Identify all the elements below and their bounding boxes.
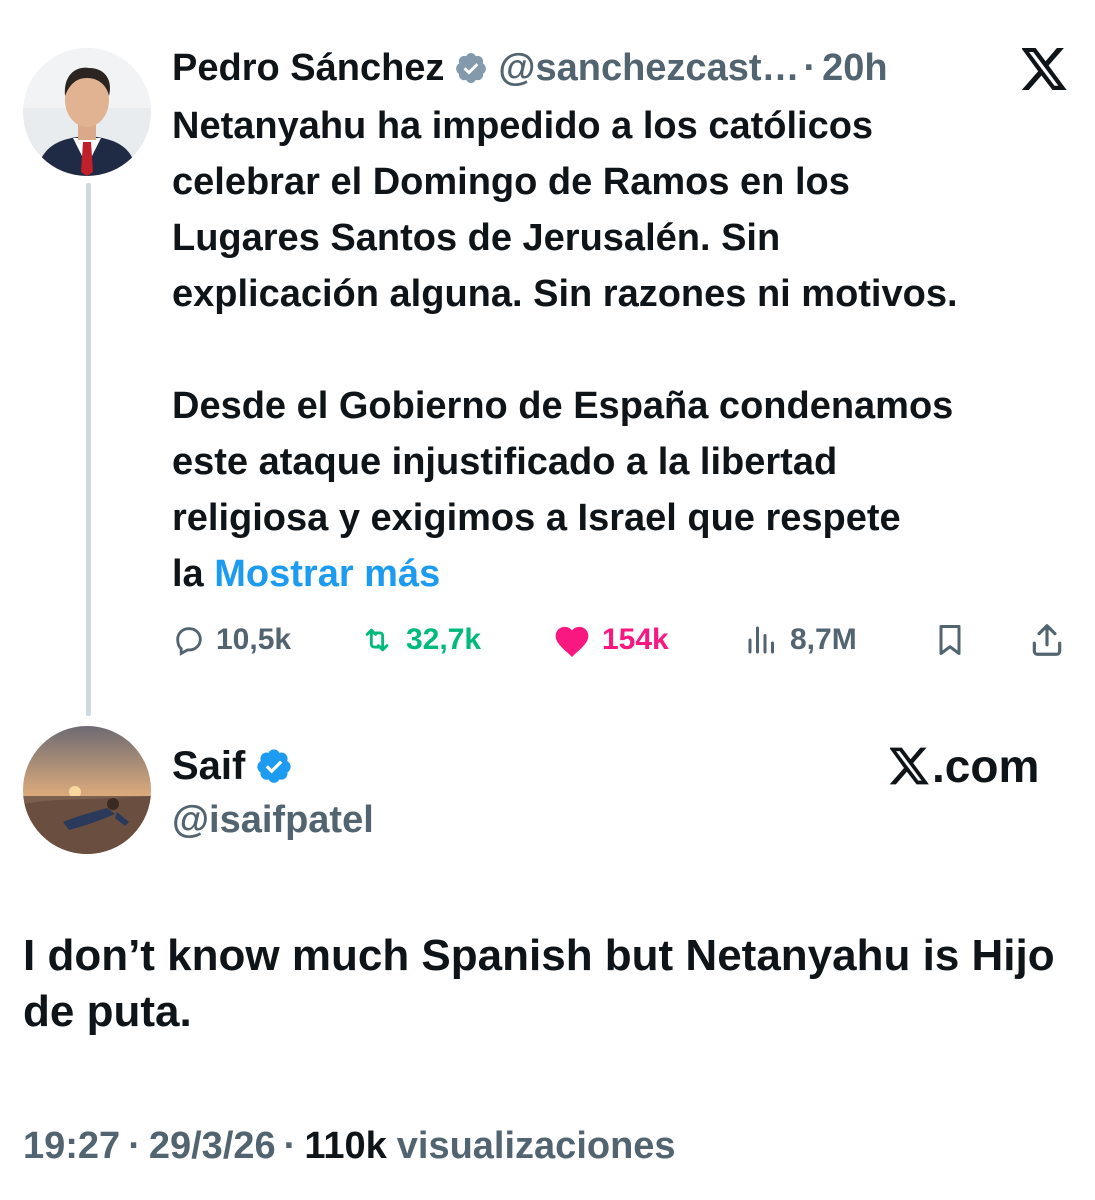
meta-separator: · <box>283 1124 297 1167</box>
reply-count: 10,5k <box>216 623 292 656</box>
reply-date[interactable]: 29/3/26 <box>149 1125 276 1168</box>
reply-author-handle[interactable]: @isaifpatel <box>172 794 374 846</box>
text-line: celebrar el Domingo de Ramos en los <box>172 161 850 203</box>
saif-avatar[interactable] <box>23 726 151 854</box>
repost-icon <box>358 623 396 657</box>
reply-post-text: I don’t know much Spanish but Netanyahu … <box>23 931 1055 1036</box>
share-button[interactable] <box>1028 612 1066 668</box>
views-count: 8,7M <box>790 623 857 656</box>
reply-author-name-row: Saif <box>172 738 293 794</box>
thread-connector-line <box>86 183 91 716</box>
reply-views-count: 110k <box>304 1124 387 1167</box>
meta-separator: · <box>128 1124 141 1167</box>
watermark-domain: .com <box>932 740 1040 792</box>
header-separator: · <box>803 46 817 89</box>
original-post-text: Netanyahu ha impedido a los católicos ce… <box>172 98 1082 602</box>
text-line: Desde el Gobierno de España condenamos <box>172 385 954 427</box>
reply-author-name[interactable]: Saif <box>172 744 245 789</box>
verified-badge-icon <box>454 51 488 85</box>
text-line: Netanyahu ha impedido a los católicos <box>172 105 874 147</box>
bookmark-icon <box>932 621 968 659</box>
text-line-prefix: la <box>172 553 215 595</box>
like-button[interactable]: 154k <box>552 612 669 668</box>
reply-icon <box>172 623 206 657</box>
reply-button[interactable]: 10,5k <box>172 612 291 668</box>
reply-timestamp[interactable]: 19:27 <box>23 1125 120 1168</box>
x-logo-icon <box>890 747 930 785</box>
repost-count: 32,7k <box>406 623 482 656</box>
original-author-handle[interactable]: @sanchezcast… <box>498 47 799 90</box>
views-button[interactable]: 8,7M <box>744 612 857 668</box>
text-line: explicación alguna. Sin razones ni motiv… <box>172 273 958 315</box>
x-logo-icon[interactable] <box>1021 48 1068 90</box>
verified-badge-icon <box>255 747 293 785</box>
bookmark-button[interactable] <box>932 612 968 668</box>
pedro-avatar[interactable] <box>23 48 151 176</box>
text-line-last: la Mostrar más <box>172 546 1082 602</box>
repost-button[interactable]: 32,7k <box>358 612 481 668</box>
share-icon <box>1028 621 1066 659</box>
heart-icon <box>552 622 592 658</box>
text-line: religiosa y exigimos a Israel que respet… <box>172 497 901 539</box>
text-line: Lugares Santos de Jerusalén. Sin <box>172 217 781 259</box>
post-time[interactable]: 20h <box>822 47 887 90</box>
x-com-watermark: .com <box>890 738 1039 794</box>
post-action-bar: 10,5k 32,7k 154k 8,7M <box>172 612 1072 668</box>
reply-views-label: visualizaciones <box>396 1124 676 1167</box>
reply-post-meta: 19:27 · 29/3/26 · 110k visualizaciones <box>23 1120 676 1172</box>
views-chart-icon <box>744 622 780 658</box>
original-post-header: Pedro Sánchez @sanchezcast… · 20h <box>172 42 1072 94</box>
like-count: 154k <box>602 623 669 656</box>
text-line: este ataque injustificado a la libertad <box>172 441 838 483</box>
original-author-name[interactable]: Pedro Sánchez <box>172 47 444 90</box>
show-more-link[interactable]: Mostrar más <box>214 553 440 595</box>
